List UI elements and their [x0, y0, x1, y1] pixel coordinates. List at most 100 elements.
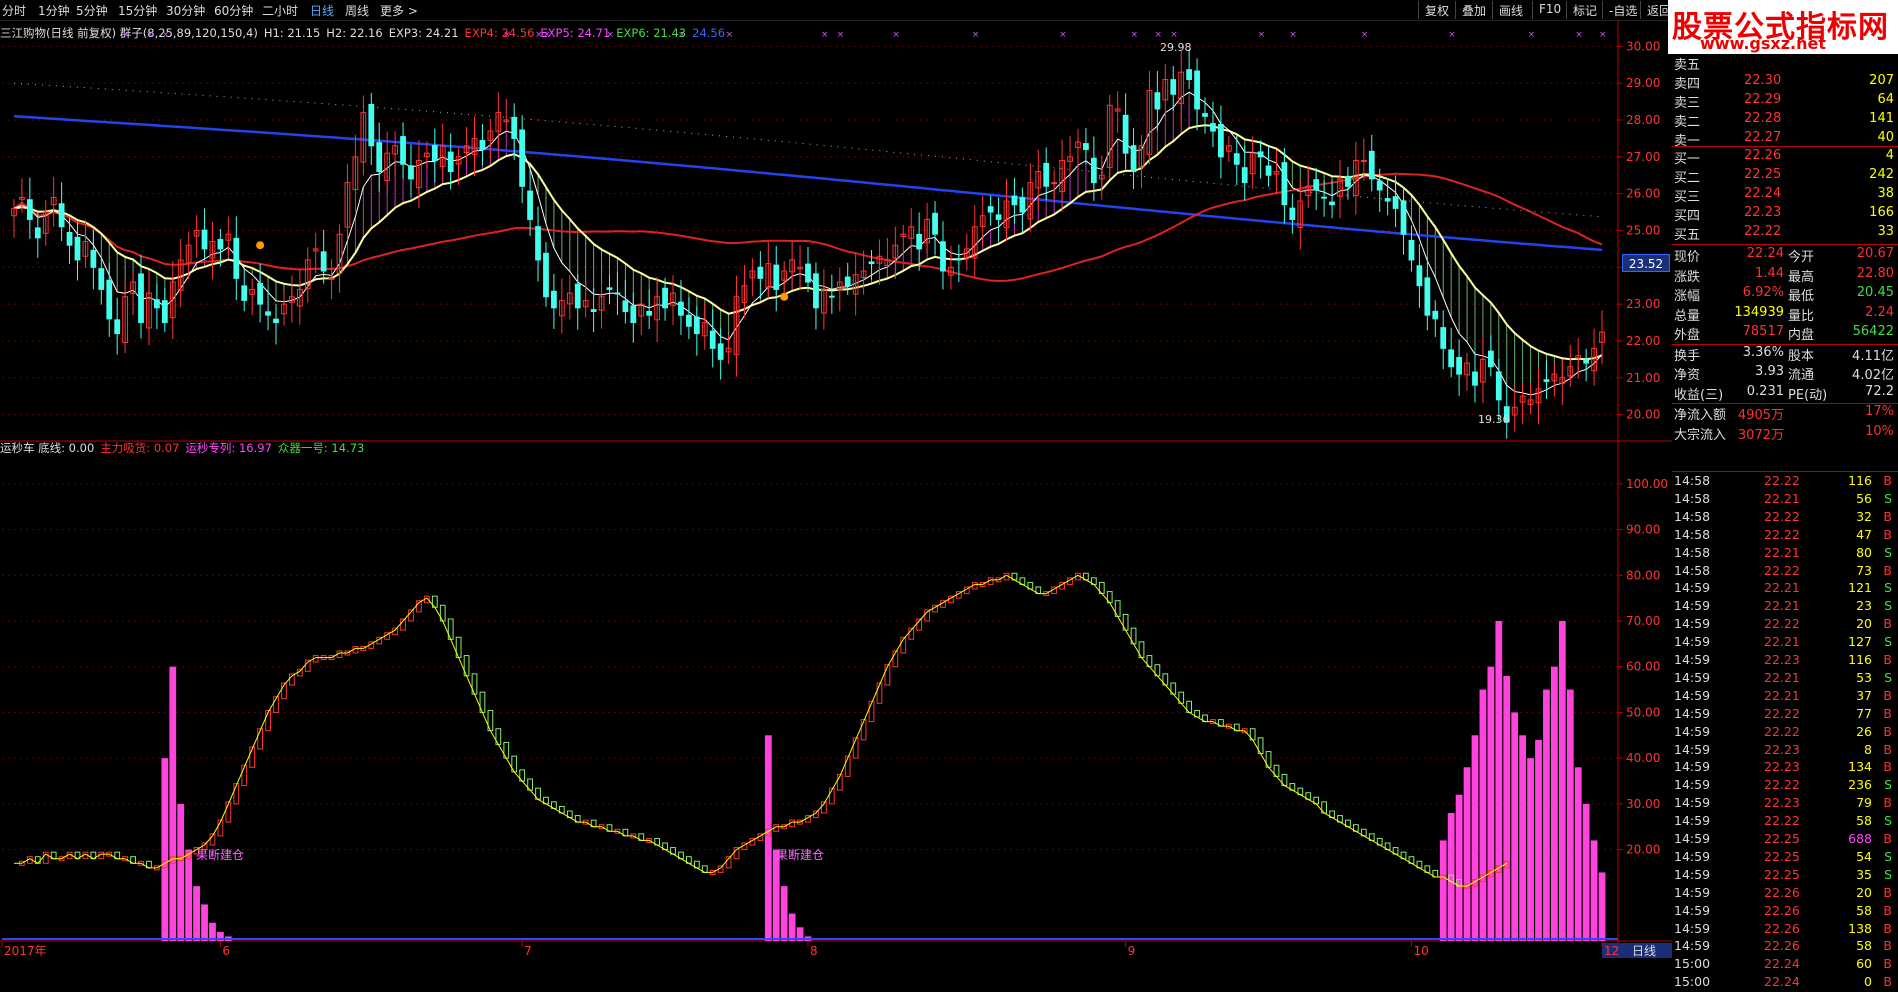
candle [58, 203, 65, 228]
tick-time: 14:59 [1674, 634, 1711, 650]
quote-label: 现价 [1674, 250, 1701, 265]
quote-row: 换手 3.36% 股本 4.11亿 [1672, 345, 1898, 364]
quote-label: 外盘 [1674, 328, 1701, 343]
period-tab-1[interactable]: 1分钟 [38, 2, 70, 19]
period-tab-6[interactable]: 二小时 [262, 2, 298, 19]
candle [805, 263, 811, 283]
tick-price: 22.22 [1764, 777, 1800, 793]
tick-side: S [1884, 544, 1892, 560]
toolbar-button-3[interactable]: F10 [1532, 1, 1567, 19]
tick-side: B [1883, 616, 1892, 632]
candle [527, 190, 533, 220]
quote-row: 大宗流入 3072万 10% [1672, 424, 1898, 443]
tick-side: B [1883, 759, 1892, 775]
sub-ytick-label: 80.00 [1626, 568, 1660, 582]
candle [90, 249, 97, 268]
toolbar-button-5[interactable]: -自选 [1602, 1, 1643, 19]
tick-time: 14:58 [1674, 508, 1711, 524]
tick-side: S [1884, 813, 1892, 829]
volume-signal-bar [1598, 872, 1606, 941]
tick-volume: 47 [1856, 526, 1872, 542]
top-x-marker: × [1154, 30, 1162, 40]
top-x-marker: × [1289, 30, 1297, 40]
tick-price: 22.22 [1764, 723, 1800, 739]
candle [543, 252, 549, 298]
quote-label: 总量 [1674, 308, 1701, 324]
low-annotation: 19.36 [1478, 413, 1510, 426]
ask-price: 22.30 [1744, 73, 1782, 88]
tick-side: B [1883, 956, 1892, 972]
period-tab-8[interactable]: 周线 [345, 2, 369, 19]
tick-row: 14:59 22.21 121 S [1672, 580, 1898, 598]
candle [26, 199, 33, 220]
candle [1313, 179, 1320, 191]
candle [1083, 143, 1089, 150]
toolbar-button-2[interactable]: 画线 [1492, 1, 1529, 19]
candle [1218, 124, 1224, 158]
tick-price: 22.24 [1764, 956, 1800, 972]
candle [1543, 379, 1550, 382]
candle [622, 300, 629, 312]
top-x-marker: × [1059, 30, 1067, 40]
period-tab-0[interactable]: 分时 [2, 2, 26, 19]
tick-side: B [1883, 938, 1892, 954]
indicator-line [14, 574, 1507, 887]
period-tab-5[interactable]: 60分钟 [214, 2, 253, 19]
current-price-tag: 23.52 [1622, 254, 1670, 272]
period-tab-2[interactable]: 5分钟 [76, 2, 108, 19]
quote-value-2: 72.2 [1865, 383, 1894, 399]
quote-value: 4905万 [1737, 408, 1784, 423]
candle [1210, 123, 1216, 132]
candle [1019, 197, 1026, 213]
candle [1376, 180, 1383, 191]
quote-panel: 卖五 卖四 22.30 207 卖三 22.29 64 卖二 22.28 141 卖一 22.27 40… [1672, 54, 1898, 989]
candle [265, 311, 271, 316]
quote-value-2: 2.24 [1865, 304, 1894, 320]
quote-label-2: 最低 [1788, 289, 1815, 304]
chart-canvas[interactable]: 30.0029.0028.0027.0026.0025.0024.0023.00… [0, 21, 1672, 958]
bid-label: 买一 [1674, 152, 1701, 167]
toolbar-button-1[interactable]: 叠加 [1455, 1, 1492, 19]
quote-label-2: PE(动) [1788, 387, 1828, 403]
tick-volume: 127 [1848, 634, 1872, 650]
tick-volume: 121 [1848, 580, 1872, 596]
volume-signal-bar [169, 666, 177, 941]
period-tab-3[interactable]: 15分钟 [118, 2, 157, 19]
tick-volume: 56 [1856, 490, 1872, 506]
period-tab-4[interactable]: 30分钟 [166, 2, 205, 19]
period-tab-9[interactable]: 更多 > [380, 2, 418, 19]
candle [590, 309, 597, 312]
volume-signal-bar [1535, 739, 1542, 941]
period-tab-7[interactable]: 日线 [310, 2, 334, 19]
tick-side: S [1884, 848, 1892, 864]
quote-label: 换手 [1674, 348, 1701, 364]
candle [376, 142, 383, 173]
xtick-label: 10 [1413, 944, 1428, 958]
tick-row: 15:00 22.24 0 B [1672, 974, 1898, 992]
tick-volume: 134 [1848, 759, 1872, 775]
tick-price: 22.22 [1764, 813, 1800, 829]
tick-side: S [1884, 580, 1892, 596]
candle [1186, 69, 1193, 81]
volume-signal-bar [1487, 666, 1495, 941]
tick-time: 14:59 [1674, 669, 1711, 685]
ask-volume: 141 [1869, 111, 1894, 126]
tick-time: 14:58 [1674, 544, 1711, 560]
volume-signal-bar [1495, 621, 1503, 941]
tick-time: 14:59 [1674, 795, 1711, 811]
toolbar-button-4[interactable]: 标记 [1566, 1, 1603, 19]
candle [662, 287, 668, 309]
sub-ytick-label: 100.00 [1626, 477, 1668, 491]
candle [1154, 92, 1161, 110]
toolbar-button-0[interactable]: 复权 [1418, 1, 1455, 19]
candle [1487, 350, 1494, 368]
tick-row: 14:59 22.21 127 S [1672, 634, 1898, 652]
tick-price: 22.21 [1764, 544, 1800, 560]
volume-signal-bar [1519, 735, 1527, 941]
candle [813, 273, 819, 309]
quote-divider [1672, 244, 1898, 245]
quote-label-2: 最高 [1788, 269, 1815, 285]
quote-row: 净资 3.93 流通 4.02亿 [1672, 364, 1898, 383]
tick-row: 14:59 22.26 20 B [1672, 885, 1898, 903]
tick-time: 14:59 [1674, 813, 1711, 829]
